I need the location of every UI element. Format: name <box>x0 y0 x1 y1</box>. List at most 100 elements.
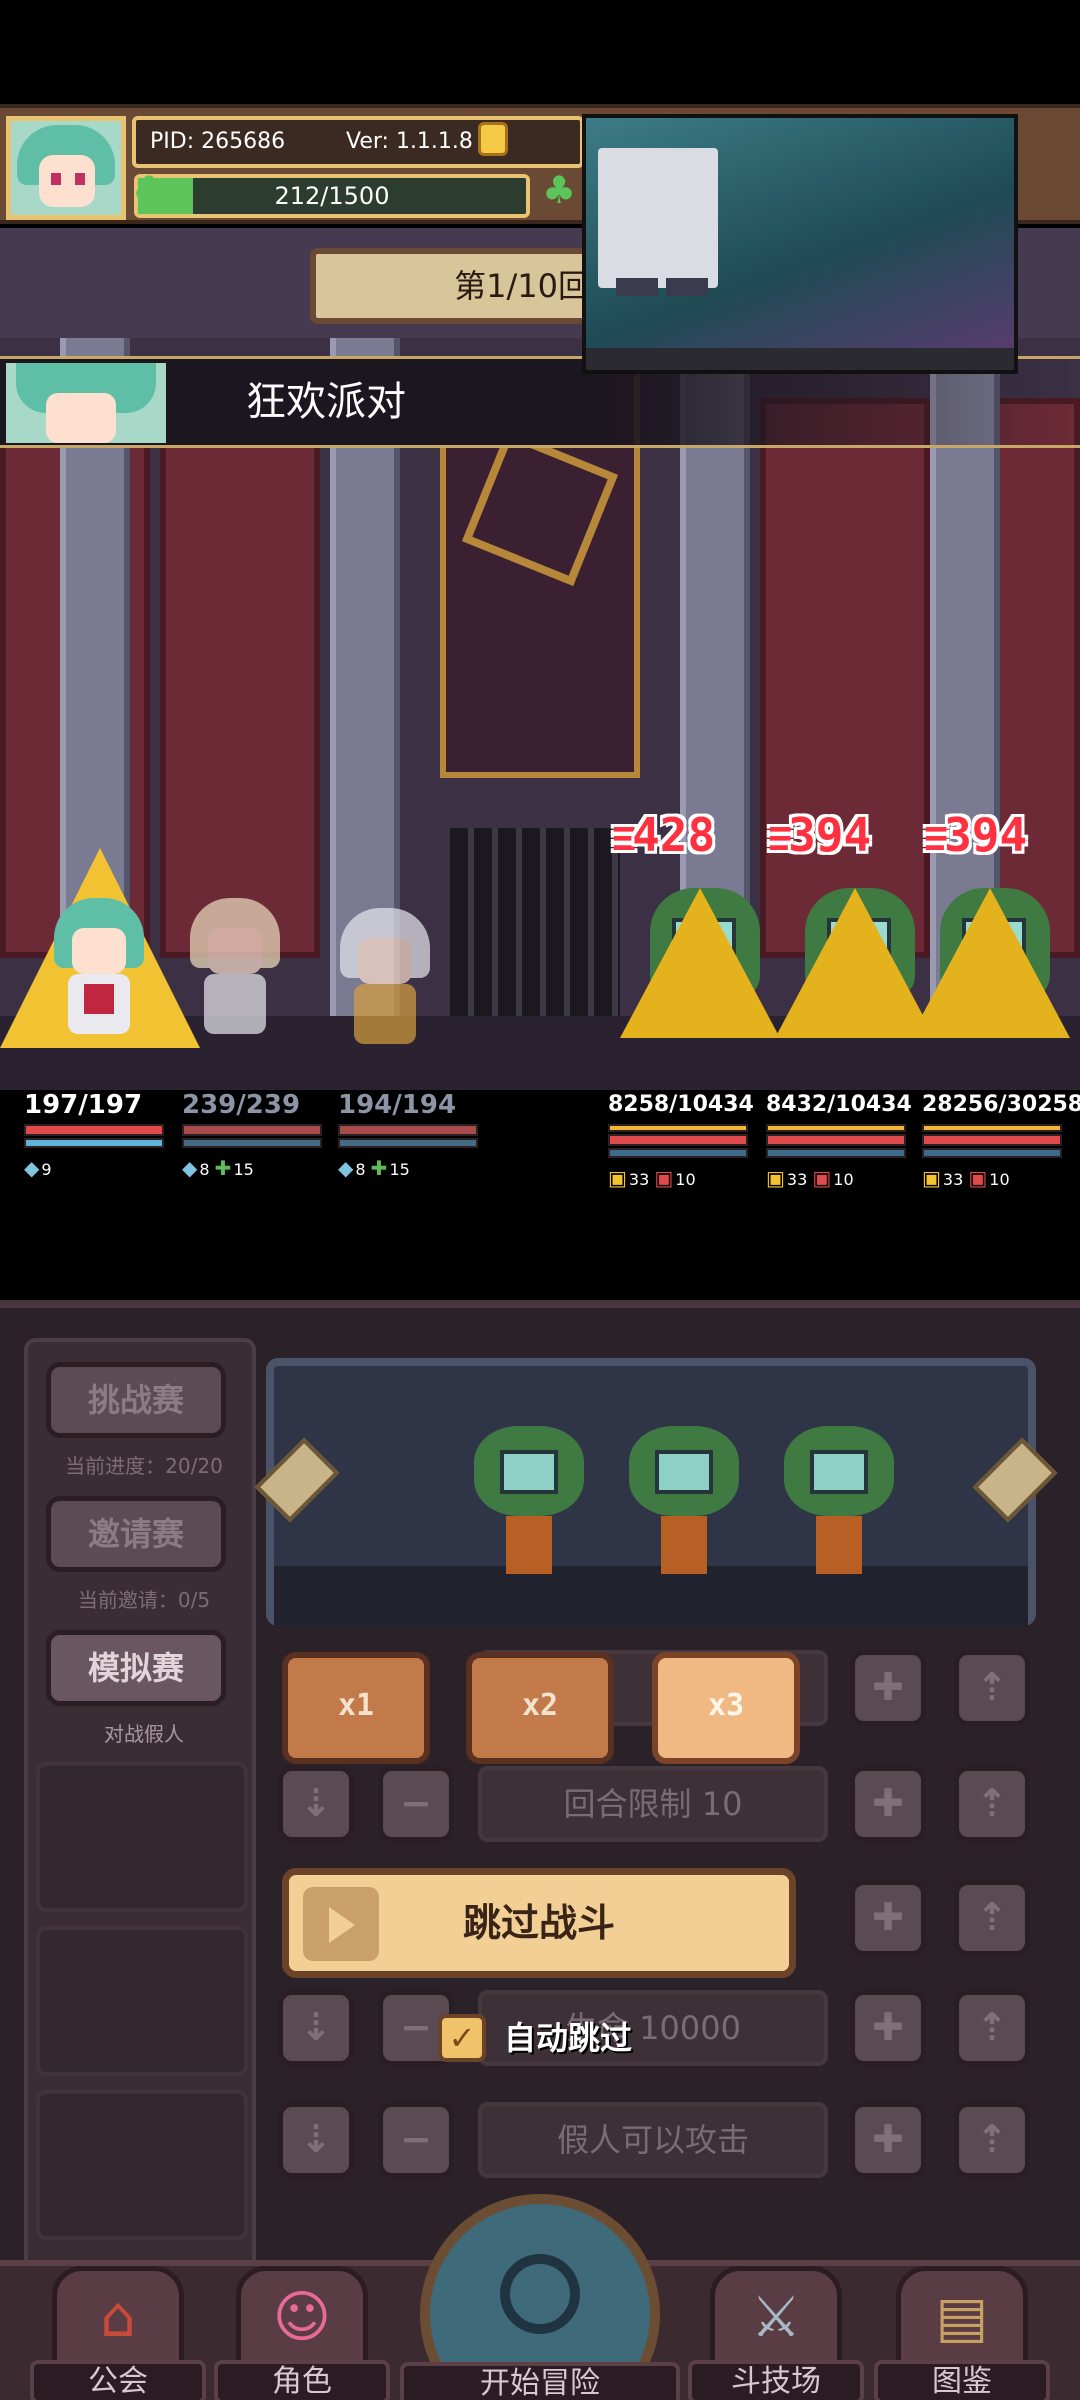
ally-hero-3[interactable] <box>330 898 440 1048</box>
skill-caster-portrait <box>6 363 166 443</box>
upload-button[interactable]: ⇡ <box>954 1766 1030 1842</box>
dummy-attack-field[interactable]: 假人可以攻击 <box>478 2102 828 2178</box>
round-limit-field[interactable]: 回合限制 10 <box>478 1766 828 1842</box>
plus-button[interactable]: ✚ <box>850 1990 926 2066</box>
dummy-pot <box>661 1516 707 1574</box>
nav-character-label: 角色 <box>214 2360 390 2400</box>
damage-number: ≡394 <box>924 808 1027 862</box>
speed-x3-button[interactable]: x3 <box>652 1652 800 1764</box>
invite-mode-button[interactable]: 邀请赛 <box>46 1496 226 1572</box>
damage-value: 394 <box>944 808 1028 862</box>
damage-number: ≡428 <box>612 808 715 862</box>
dummy-screen <box>655 1450 713 1494</box>
upload-button[interactable]: ⇡ <box>954 1880 1030 1956</box>
coin-icon <box>478 122 508 156</box>
minus-button[interactable]: − <box>378 1766 454 1842</box>
nav-guild-label: 公会 <box>30 2360 206 2400</box>
nav-adventure-label: 开始冒险 <box>400 2362 680 2400</box>
download-button[interactable]: ⇣ <box>278 1766 354 1842</box>
portrait-face <box>46 393 116 443</box>
nav-codex[interactable]: ▤ 图鉴 <box>874 2266 1050 2400</box>
ally-hero-1[interactable] <box>0 848 200 1048</box>
enemy-hp-text: 8432/10434 <box>766 1092 912 1117</box>
upload-button[interactable]: ⇡ <box>954 1650 1030 1726</box>
buff-count: 8 <box>199 1160 210 1179</box>
speed-x1-button[interactable]: x1 <box>282 1652 430 1764</box>
buff-count: 10 <box>675 1170 696 1189</box>
magnifier-icon <box>500 2254 580 2334</box>
debuff-icon: ▣ <box>608 1166 627 1190</box>
mock-mode-button[interactable]: 模拟赛 <box>46 1630 226 1706</box>
ally-mp-bar <box>24 1138 164 1148</box>
speed-x2-button[interactable]: x2 <box>466 1652 614 1764</box>
enemy-shield-bar <box>922 1124 1062 1132</box>
potion-icon: ✚ <box>370 1156 388 1180</box>
picture-in-picture-window[interactable] <box>582 114 1018 374</box>
nav-character[interactable]: ☺ 角色 <box>214 2266 390 2400</box>
ally-mp-bar <box>182 1138 322 1148</box>
debuff-icon: ▣ <box>922 1166 941 1190</box>
challenge-mode-button[interactable]: 挑战赛 <box>46 1362 226 1438</box>
plus-button[interactable]: ✚ <box>850 2102 926 2178</box>
guild-icon: ⌂ <box>100 2285 136 2350</box>
player-id: PID: 265686 <box>150 129 286 154</box>
sprite-ribbon <box>84 984 114 1014</box>
pip-panel <box>598 148 718 288</box>
enemy-unit-2[interactable] <box>775 848 935 1038</box>
nav-adventure[interactable]: 开始冒险 <box>400 2194 680 2400</box>
debuff-icon: ▣ <box>812 1166 832 1190</box>
crossed-swords-icon: ⚔ <box>750 2285 802 2350</box>
nav-guild[interactable]: ⌂ 公会 <box>30 2266 206 2400</box>
damage-number: ≡394 <box>768 808 871 862</box>
setting-row-dummy-attack: ⇣ − 假人可以攻击 ✚ ⇡ <box>278 2102 1038 2178</box>
skip-battle-button[interactable]: 跳过战斗 <box>282 1868 796 1978</box>
bottom-nav: ⌂ 公会 ☺ 角色 开始冒险 ⚔ 斗技场 ▤ 图鉴 <box>0 2194 1080 2400</box>
download-button[interactable]: ⇣ <box>278 2102 354 2178</box>
enemy-stat-3: 28256/30258 ▣ 33 ▣ 10 <box>922 1088 1080 1190</box>
skill-name: 狂欢派对 <box>246 379 406 425</box>
enemy-mp-bar <box>766 1148 906 1158</box>
minus-button[interactable]: − <box>378 2102 454 2178</box>
buff-count: 33 <box>786 1170 808 1189</box>
ally-hero-2[interactable] <box>180 888 290 1038</box>
ally-mp-bar <box>338 1138 478 1148</box>
plus-button[interactable]: ✚ <box>850 1650 926 1726</box>
upload-button[interactable]: ⇡ <box>954 2102 1030 2178</box>
enemy-stat-2: 8432/10434 ▣ 33 ▣ 10 <box>766 1088 912 1190</box>
ally-stat-3: 194/194 ◆ 8 ✚ 15 <box>338 1088 478 1180</box>
nav-codex-label: 图鉴 <box>874 2360 1050 2400</box>
buff-count: 15 <box>233 1160 254 1179</box>
buff-count: 15 <box>389 1160 410 1179</box>
ally-buffs: ◆ 8 ✚ 15 <box>182 1156 322 1180</box>
avatar-eye <box>75 173 85 185</box>
enemy-buffs: ▣ 33 ▣ 10 <box>608 1166 748 1190</box>
empty-slot <box>36 2090 248 2240</box>
enemy-unit-3[interactable] <box>910 848 1070 1038</box>
nav-arena-label: 斗技场 <box>688 2360 864 2400</box>
nav-arena[interactable]: ⚔ 斗技场 <box>688 2266 864 2400</box>
player-avatar[interactable] <box>6 116 126 220</box>
character-icon: ☺ <box>272 2285 332 2350</box>
setting-row-round-limit: ⇣ − 回合限制 10 ✚ ⇡ <box>278 1766 1038 1842</box>
hero-sprite <box>44 888 154 1038</box>
plus-button[interactable]: ✚ <box>850 1766 926 1842</box>
ally-hp-bar <box>338 1124 478 1136</box>
enemy-unit-1[interactable] <box>620 848 780 1038</box>
ally-hp-bar <box>24 1124 164 1136</box>
gold-spike <box>620 888 780 1038</box>
dummy-screen <box>500 1450 558 1494</box>
buff-count: 33 <box>628 1170 650 1189</box>
ally-stat-1: 197/197 ◆ 9 <box>24 1088 164 1180</box>
setting-row-hp: ⇣ − 生命 10000 ✚ ⇡ <box>278 1990 1038 2066</box>
download-button[interactable]: ⇣ <box>278 1990 354 2066</box>
upload-button[interactable]: ⇡ <box>954 1990 1030 2066</box>
slash-icon: ≡ <box>768 815 792 861</box>
empty-slot <box>36 1762 248 1912</box>
game-version: Ver: 1.1.1.8 <box>346 129 473 154</box>
sprite-face <box>208 928 262 974</box>
ally-stat-2: 239/239 ◆ 8 ✚ 15 <box>182 1088 322 1180</box>
checkbox-icon[interactable]: ✓ <box>438 2014 486 2062</box>
damage-value: 394 <box>788 808 872 862</box>
plus-button[interactable]: ✚ <box>850 1880 926 1956</box>
slash-icon: ≡ <box>924 815 948 861</box>
